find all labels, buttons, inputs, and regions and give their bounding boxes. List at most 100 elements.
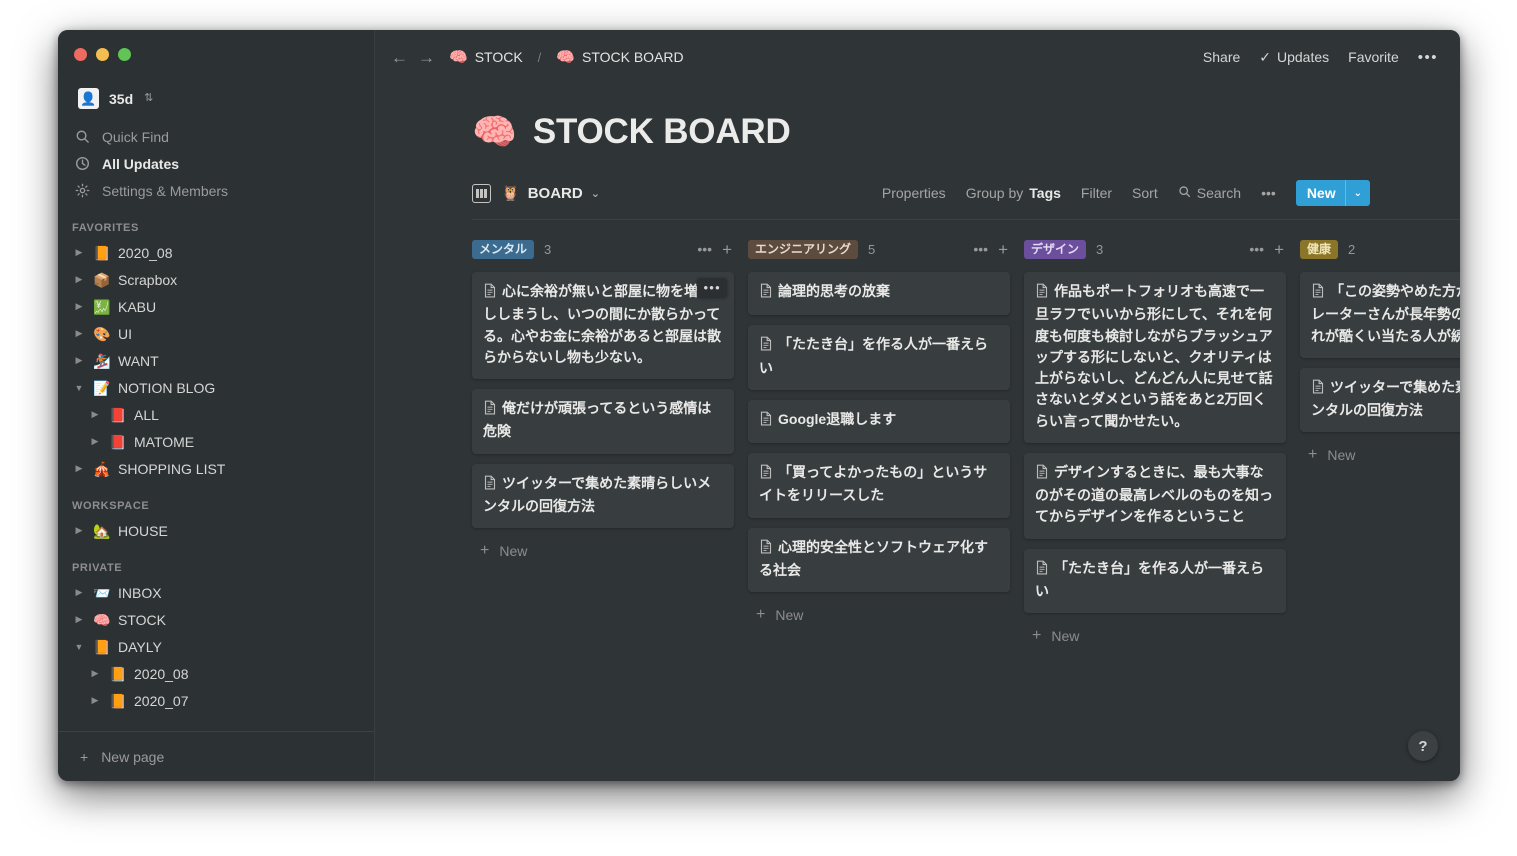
board-card[interactable]: 「たたき台」を作る人が一番えらい <box>1024 548 1286 614</box>
chevron-right-icon[interactable]: ▶ <box>72 525 86 536</box>
board-card[interactable]: 作品もポートフォリオも高速で一旦ラフでいいから形にして、それを何度も何度も検討し… <box>1024 272 1286 443</box>
chevron-right-icon[interactable]: ▶ <box>88 695 102 706</box>
chevron-down-icon[interactable]: ▼ <box>72 642 86 652</box>
chevron-right-icon[interactable]: ▶ <box>72 463 86 474</box>
view-tab-board[interactable]: 🦉 BOARD ⌄ <box>501 184 600 203</box>
chevron-right-icon[interactable]: ▶ <box>72 301 86 312</box>
sidebar-section-favorites-label: FAVORITES <box>72 222 139 234</box>
view-more-options-icon[interactable]: ••• <box>1261 185 1276 201</box>
sidebar-page-dayly-2020_07[interactable]: ▶ 📙 2020_07 <box>66 687 366 714</box>
column-add-card-icon[interactable]: + <box>1274 241 1284 258</box>
sidebar-page-stock[interactable]: ▶ 🧠 STOCK <box>66 606 366 633</box>
chevron-right-icon[interactable]: ▶ <box>72 328 86 339</box>
chevron-right-icon[interactable]: ▶ <box>72 274 86 285</box>
forward-button[interactable]: → <box>418 49 435 66</box>
new-page-button[interactable]: + New page <box>58 731 374 781</box>
chevron-right-icon[interactable]: ▶ <box>72 614 86 625</box>
sidebar-page-house[interactable]: ▶ 🏡 HOUSE <box>66 517 366 544</box>
view-selector-group: 🦉 BOARD ⌄ <box>472 183 600 203</box>
zoom-window-button[interactable] <box>118 48 131 61</box>
sidebar-item-settings-members[interactable]: Settings & Members <box>66 177 366 204</box>
chevron-right-icon[interactable]: ▶ <box>72 355 86 366</box>
minimize-window-button[interactable] <box>96 48 109 61</box>
workspace-switcher[interactable]: 👤 35d ⇅ <box>72 84 364 113</box>
sidebar-page-dayly[interactable]: ▼ 📙 DAYLY <box>66 633 366 660</box>
page-emoji: 📨 <box>93 584 111 601</box>
board-card[interactable]: 「この姿勢やめた方がいいラストレーターさんが長年勢の影響で手の痺れが酷くい当たる… <box>1300 272 1460 358</box>
sidebar-page-label: UI <box>118 325 132 342</box>
sidebar-page-2020_08[interactable]: ▶ 📙 2020_08 <box>66 239 366 266</box>
sidebar-page-all[interactable]: ▶ 📕 ALL <box>66 401 366 428</box>
page-document-icon <box>759 464 773 485</box>
back-button[interactable]: ← <box>391 49 408 66</box>
properties-button[interactable]: Properties <box>882 185 946 201</box>
board-card[interactable]: 心理的安全性とソフトウェア化する社会 <box>748 527 1010 593</box>
sidebar-page-shopping-list[interactable]: ▶ 🎪 SHOPPING LIST <box>66 455 366 482</box>
status-badge[interactable]: デザイン <box>1024 239 1087 259</box>
sidebar-page-scrapbox[interactable]: ▶ 📦 Scrapbox <box>66 266 366 293</box>
column-new-card-button[interactable]: + New <box>1300 442 1460 468</box>
updates-label: Updates <box>1277 49 1330 65</box>
sort-button[interactable]: Sort <box>1132 185 1158 201</box>
sidebar-page-kabu[interactable]: ▶ 💹 KABU <box>66 293 366 320</box>
search-button[interactable]: Search <box>1178 185 1241 201</box>
card-more-options-icon[interactable]: ••• <box>697 278 727 297</box>
sidebar-item-quick-find[interactable]: Quick Find <box>66 123 366 150</box>
board-card[interactable]: デザインするときに、最も大事なのがその道の最高レベルのものを知ってからデザインを… <box>1024 452 1286 539</box>
chevron-right-icon[interactable]: ▶ <box>88 436 102 447</box>
filter-button[interactable]: Filter <box>1081 185 1112 201</box>
chevron-right-icon[interactable]: ▶ <box>88 409 102 420</box>
page-document-icon <box>1311 379 1325 400</box>
breadcrumb-item-stock[interactable]: 🧠 STOCK <box>445 47 527 67</box>
card-title: ツイッターで集めた素晴らしいメンタルの回復方法 <box>1311 377 1460 422</box>
chevron-right-icon[interactable]: ▶ <box>72 587 86 598</box>
sidebar-page-notion-blog[interactable]: ▼ 📝 NOTION BLOG <box>66 374 366 401</box>
chevron-down-icon[interactable]: ⌄ <box>1346 188 1370 199</box>
more-options-icon[interactable]: ••• <box>1418 49 1438 66</box>
sidebar-page-ui[interactable]: ▶ 🎨 UI <box>66 320 366 347</box>
group-by-button[interactable]: Group by Tags <box>966 185 1061 201</box>
column-add-card-icon[interactable]: + <box>722 241 732 258</box>
board-card[interactable]: 俺だけが頑張ってるという感情は危険 <box>472 389 734 454</box>
status-badge[interactable]: 健康 <box>1300 239 1339 259</box>
board-card[interactable]: Google退職します <box>748 399 1010 444</box>
search-label: Search <box>1196 185 1242 201</box>
page-title[interactable]: STOCK BOARD <box>533 112 791 152</box>
help-button[interactable]: ? <box>1408 731 1438 761</box>
chevron-right-icon[interactable]: ▶ <box>72 247 86 258</box>
breadcrumb-item-stock-board[interactable]: 🧠 STOCK BOARD <box>552 47 687 67</box>
status-badge[interactable]: メンタル <box>472 239 535 259</box>
board-card[interactable]: ツイッターで集めた素晴らしいメンタルの回復方法 <box>1300 367 1460 433</box>
share-button[interactable]: Share <box>1203 49 1240 65</box>
sidebar-page-label: NOTION BLOG <box>118 379 216 396</box>
updates-button[interactable]: ✓ Updates <box>1259 49 1329 66</box>
chevron-right-icon[interactable]: ▶ <box>88 668 102 679</box>
sidebar-page-inbox[interactable]: ▶ 📨 INBOX <box>66 579 366 606</box>
board-card[interactable]: 「たたき台」を作る人が一番えらい <box>748 325 1010 390</box>
close-window-button[interactable] <box>74 48 87 61</box>
board-card[interactable]: 論理的思考の放棄 <box>748 272 1010 316</box>
sidebar-page-dayly-2020_08[interactable]: ▶ 📙 2020_08 <box>66 660 366 687</box>
chevron-down-icon[interactable]: ▼ <box>72 383 86 393</box>
column-more-options-icon[interactable]: ••• <box>973 242 988 256</box>
sidebar-item-all-updates[interactable]: All Updates <box>66 150 366 177</box>
column-new-card-button[interactable]: + New <box>1024 623 1286 649</box>
column-new-card-button[interactable]: + New <box>472 538 734 564</box>
workspace-name: 35d <box>109 90 134 107</box>
column-more-options-icon[interactable]: ••• <box>1249 242 1264 256</box>
page-icon-emoji[interactable]: 🧠 <box>472 114 517 150</box>
new-record-button[interactable]: New ⌄ <box>1295 180 1370 206</box>
breadcrumb-label: STOCK BOARD <box>581 49 684 65</box>
status-badge[interactable]: エンジニアリング <box>748 239 859 259</box>
board-card[interactable]: 心に余裕が無いと部屋に物を増やししまうし、いつの間にか散らかってる。心やお金に余… <box>472 272 734 380</box>
favorite-button[interactable]: Favorite <box>1348 49 1399 65</box>
sidebar-page-matome[interactable]: ▶ 📕 MATOME <box>66 428 366 455</box>
column-add-card-icon[interactable]: + <box>998 241 1008 258</box>
column-more-options-icon[interactable]: ••• <box>697 242 712 256</box>
check-icon: ✓ <box>1259 48 1271 65</box>
board-card[interactable]: 「買ってよかったもの」というサイトをリリースした <box>748 453 1010 518</box>
sidebar-page-want[interactable]: ▶ 🏂 WANT <box>66 347 366 374</box>
column-new-card-button[interactable]: + New <box>748 602 1010 628</box>
sidebar-section-workspace: ▶ 🏡 HOUSE <box>58 517 374 544</box>
board-card[interactable]: ツイッターで集めた素晴らしいメンタルの回復方法 <box>472 463 734 529</box>
